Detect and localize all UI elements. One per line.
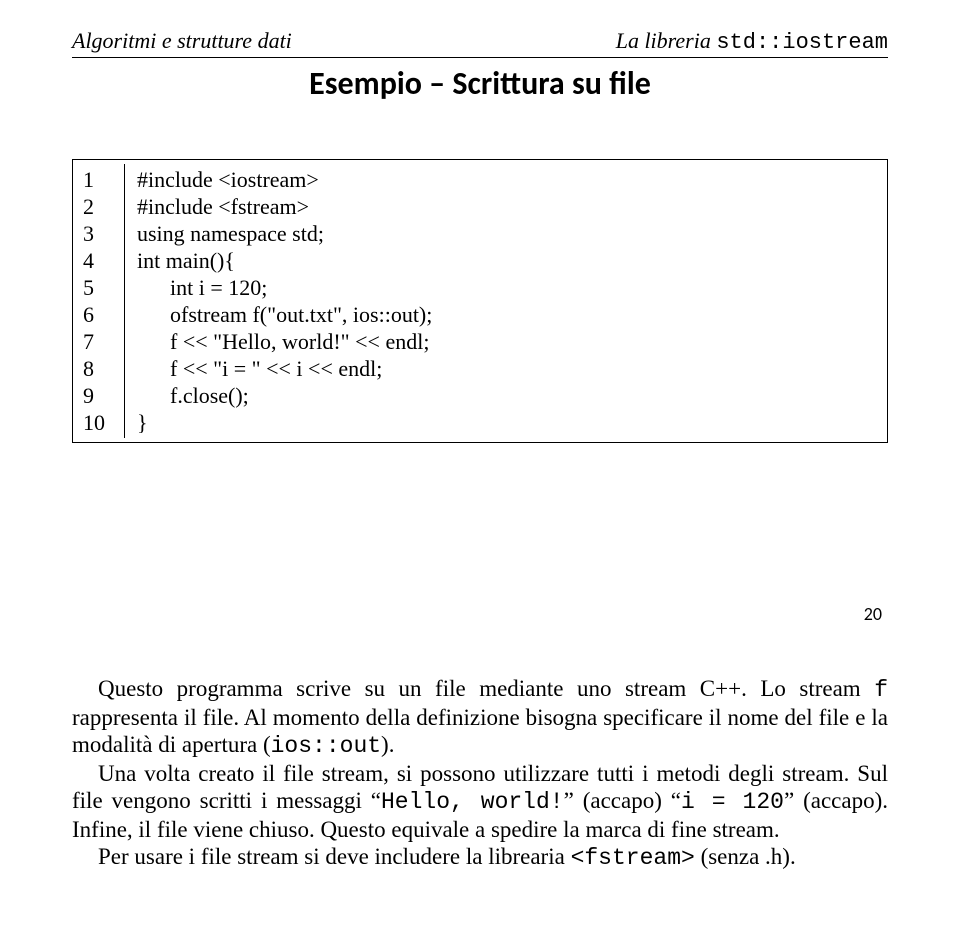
text: Per usare i file stream si deve includer…	[98, 844, 571, 869]
inline-code: i = 120	[681, 789, 784, 815]
code-box: 1 2 3 4 5 6 7 8 9 10 #include <iostream>…	[72, 159, 888, 443]
code-line: int i = 120;	[137, 274, 432, 301]
line-number: 1	[83, 166, 114, 193]
line-number: 2	[83, 193, 114, 220]
inline-code: f	[874, 677, 888, 703]
body-text: Questo programma scrive su un file media…	[72, 675, 888, 872]
code-line: f << "i = " << i << endl;	[137, 355, 432, 382]
code-column: #include <iostream> #include <fstream> u…	[125, 164, 432, 438]
code-line: #include <fstream>	[137, 193, 432, 220]
line-number: 6	[83, 301, 114, 328]
line-number: 5	[83, 274, 114, 301]
text: rappresenta il file. Al momento della de…	[72, 705, 888, 757]
paragraph-1: Questo programma scrive su un file media…	[72, 675, 888, 760]
text: ).	[381, 732, 394, 757]
line-number: 9	[83, 382, 114, 409]
inline-code: <fstream>	[571, 845, 695, 871]
header-right-italic: La libreria	[616, 28, 717, 53]
page-title: Esempio – Scrittura su file	[72, 64, 888, 103]
page: Algoritmi e strutture dati La libreria s…	[0, 0, 960, 948]
header-right: La libreria std::iostream	[616, 28, 888, 55]
inline-code: ios::out	[271, 733, 381, 759]
inline-code: Hello, world!	[381, 789, 564, 815]
header-line: Algoritmi e strutture dati La libreria s…	[72, 28, 888, 58]
line-number: 7	[83, 328, 114, 355]
code-line: }	[137, 409, 432, 436]
slide-number: 20	[72, 603, 888, 625]
paragraph-3: Per usare i file stream si deve includer…	[72, 843, 888, 872]
text: ” (accapo) “	[564, 788, 681, 813]
code-line: using namespace std;	[137, 220, 432, 247]
line-number: 8	[83, 355, 114, 382]
header-right-mono: std::iostream	[716, 30, 888, 55]
line-number: 4	[83, 247, 114, 274]
text: Questo programma scrive su un file media…	[98, 676, 874, 701]
code-line: f << "Hello, world!" << endl;	[137, 328, 432, 355]
line-number: 3	[83, 220, 114, 247]
paragraph-2: Una volta creato il file stream, si poss…	[72, 760, 888, 843]
line-number-column: 1 2 3 4 5 6 7 8 9 10	[81, 164, 125, 438]
code-line: f.close();	[137, 382, 432, 409]
code-line: #include <iostream>	[137, 166, 432, 193]
header-left: Algoritmi e strutture dati	[72, 28, 292, 54]
code-line: int main(){	[137, 247, 432, 274]
code-line: ofstream f("out.txt", ios::out);	[137, 301, 432, 328]
text: (senza .h).	[695, 844, 796, 869]
line-number: 10	[83, 409, 114, 436]
